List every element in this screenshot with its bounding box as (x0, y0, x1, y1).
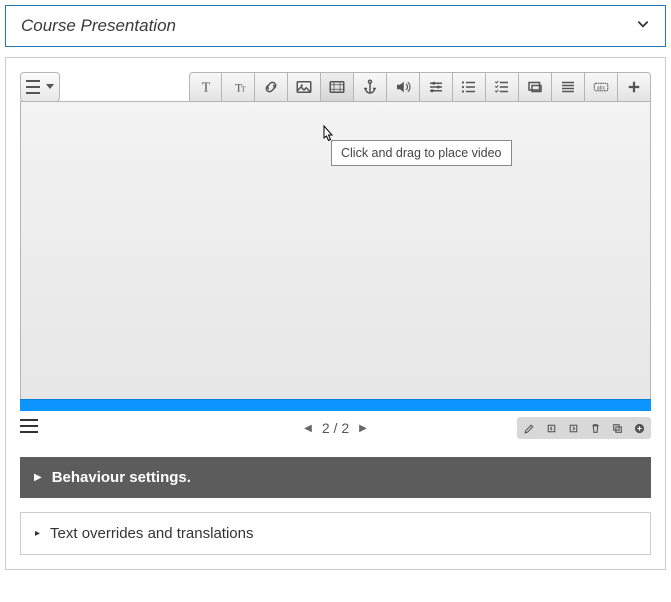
pager-text: 2 / 2 (322, 420, 349, 436)
audio-tool[interactable] (387, 72, 420, 102)
video-tool[interactable] (321, 72, 354, 102)
tooltip: Click and drag to place video (331, 140, 512, 166)
edit-slide-button[interactable] (518, 418, 540, 438)
section-label: Text overrides and translations (50, 525, 253, 542)
shape-tool[interactable] (519, 72, 552, 102)
toolbar-row: T TT abc (20, 72, 651, 102)
content-toolbar: T TT abc (189, 72, 651, 102)
editor-wrap: T TT abc Click and drag to plac (20, 72, 651, 439)
section-overrides[interactable]: ▸ Text overrides and translations (20, 512, 651, 555)
abc-tool[interactable]: abc (585, 72, 618, 102)
text-tool[interactable]: T (189, 72, 222, 102)
menu-icon[interactable] (20, 419, 38, 438)
add-tool[interactable] (618, 72, 651, 102)
slide-canvas[interactable]: Click and drag to place video (20, 101, 651, 411)
move-left-button[interactable] (540, 418, 562, 438)
add-slide-button[interactable] (628, 418, 650, 438)
delete-slide-button[interactable] (584, 418, 606, 438)
anchor-tool[interactable] (354, 72, 387, 102)
svg-text:T: T (201, 80, 210, 95)
sliders-tool[interactable] (420, 72, 453, 102)
slide-nav: ◀ 2 / 2 ▶ (20, 417, 651, 439)
move-right-button[interactable] (562, 418, 584, 438)
clone-slide-button[interactable] (606, 418, 628, 438)
next-slide[interactable]: ▶ (359, 423, 367, 434)
header-bar[interactable]: Course Presentation (5, 5, 666, 47)
menu-button[interactable] (20, 72, 60, 102)
list-tool[interactable] (453, 72, 486, 102)
slide-tools (517, 417, 651, 439)
prev-slide[interactable]: ◀ (304, 423, 312, 434)
page-title: Course Presentation (21, 16, 176, 36)
section-behaviour[interactable]: ▶ Behaviour settings. (20, 457, 651, 498)
lines-tool[interactable] (552, 72, 585, 102)
section-label: Behaviour settings. (52, 469, 191, 486)
svg-text:abc: abc (597, 85, 606, 91)
pager: ◀ 2 / 2 ▶ (304, 420, 367, 436)
caret-right-icon: ▸ (35, 528, 40, 539)
checklist-tool[interactable] (486, 72, 519, 102)
link-tool[interactable] (255, 72, 288, 102)
svg-text:T: T (241, 85, 246, 94)
chevron-down-icon (636, 17, 650, 36)
progress-bar (20, 399, 651, 411)
caret-right-icon: ▶ (34, 472, 42, 483)
editor-panel: T TT abc Click and drag to plac (5, 57, 666, 570)
text-style-tool[interactable]: TT (222, 72, 255, 102)
image-tool[interactable] (288, 72, 321, 102)
